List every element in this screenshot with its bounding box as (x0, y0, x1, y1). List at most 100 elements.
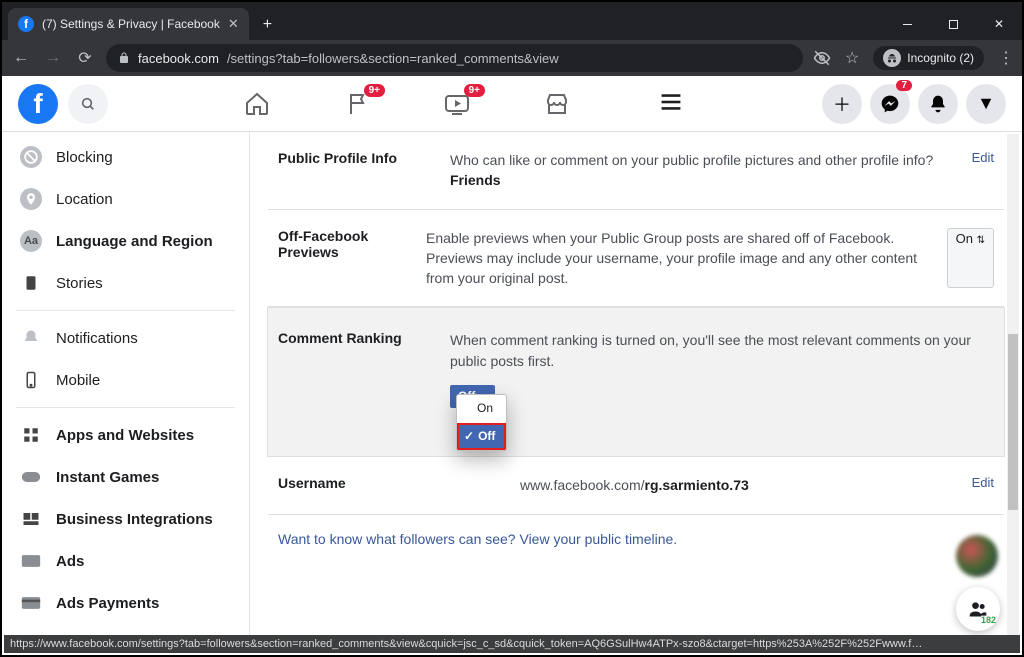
sidebar-label: Blocking (56, 149, 113, 166)
vertical-scrollbar[interactable] (1007, 134, 1019, 635)
sidebar-item-games[interactable]: Instant Games (2, 456, 249, 498)
messenger-button[interactable]: 7 (870, 84, 910, 124)
option-off[interactable]: ✓ Off (457, 423, 506, 450)
chat-avatar[interactable] (956, 535, 998, 577)
sidebar-item-location[interactable]: Location (2, 178, 249, 220)
sidebar-label: Language and Region (56, 233, 213, 250)
eye-off-icon[interactable] (813, 49, 831, 67)
watch-icon[interactable]: 9+ (443, 90, 471, 118)
address-bar[interactable]: facebook.com/settings?tab=followers&sect… (106, 44, 803, 72)
close-tab-icon[interactable]: ✕ (228, 16, 239, 32)
account-dropdown-button[interactable]: ▼ (966, 84, 1006, 124)
sidebar-label: Location (56, 191, 113, 208)
blocked-icon (20, 146, 42, 168)
sidebar-item-ads[interactable]: Ads (2, 540, 249, 582)
messenger-badge: 7 (896, 80, 912, 91)
sidebar-item-mobile[interactable]: Mobile (2, 359, 249, 401)
sidebar-label: Ads Payments (56, 595, 159, 612)
edit-link[interactable]: Edit (972, 475, 994, 495)
center-nav: 9+ 9+ (118, 90, 812, 118)
payment-icon (20, 592, 42, 614)
create-button[interactable]: ＋ (822, 84, 862, 124)
sidebar-separator (16, 310, 235, 311)
home-icon[interactable] (243, 90, 271, 118)
menu-icon[interactable] (659, 90, 687, 118)
close-window-button[interactable]: ✕ (976, 8, 1022, 40)
tab-title: (7) Settings & Privacy | Facebook (42, 17, 220, 31)
setting-description: Enable previews when your Public Group p… (426, 228, 929, 289)
sidebar-item-business[interactable]: Business Integrations (2, 498, 249, 540)
settings-sidebar: Blocking Location AaLanguage and Region … (2, 132, 250, 637)
scrollbar-thumb[interactable] (1008, 334, 1018, 509)
sidebar-item-ads-payments[interactable]: Ads Payments (2, 582, 249, 624)
sort-icon: ⇅ (977, 235, 985, 246)
new-tab-button[interactable]: + (249, 16, 286, 34)
sidebar-separator (16, 407, 235, 408)
status-url: https://www.facebook.com/settings?tab=fo… (10, 638, 922, 650)
incognito-indicator[interactable]: Incognito (2) (873, 46, 984, 70)
pages-icon[interactable]: 9+ (343, 90, 371, 118)
setting-label: Comment Ranking (278, 330, 432, 408)
language-icon: Aa (20, 230, 42, 252)
setting-description: When comment ranking is turned on, you'l… (450, 330, 994, 371)
stories-icon (20, 272, 42, 294)
people-count: 182 (981, 615, 996, 625)
facebook-logo-icon[interactable]: f (18, 84, 58, 124)
browser-tab[interactable]: f (7) Settings & Privacy | Facebook ✕ (8, 8, 249, 40)
pages-badge: 9+ (364, 84, 385, 97)
status-bar: https://www.facebook.com/settings?tab=fo… (4, 635, 1020, 653)
public-timeline-link[interactable]: Want to know what followers can see? Vie… (268, 515, 1004, 563)
setting-label: Username (278, 475, 432, 495)
setting-description: www.facebook.com/rg.sarmiento.73 (450, 475, 954, 495)
people-widget[interactable]: 182 (956, 587, 1000, 631)
location-icon (20, 188, 42, 210)
setting-row-off-fb-previews[interactable]: Off-Facebook Previews Enable previews wh… (268, 210, 1004, 308)
sidebar-label: Mobile (56, 372, 100, 389)
sidebar-label: Business Integrations (56, 511, 213, 528)
window-controls: ✕ (884, 8, 1022, 40)
url-host: facebook.com (138, 51, 219, 66)
maximize-button[interactable] (930, 8, 976, 40)
notifications-button[interactable] (918, 84, 958, 124)
minimize-button[interactable] (884, 8, 930, 40)
sidebar-item-stories[interactable]: Stories (2, 262, 249, 304)
sidebar-label: Instant Games (56, 469, 159, 486)
option-on[interactable]: On (457, 395, 506, 422)
sidebar-item-notifications[interactable]: Notifications (2, 317, 249, 359)
browser-menu-icon[interactable]: ⋮ (998, 48, 1014, 68)
bell-icon (20, 327, 42, 349)
search-button[interactable] (68, 84, 108, 124)
reload-button[interactable]: ⟳ (74, 48, 96, 68)
sidebar-item-blocking[interactable]: Blocking (2, 136, 249, 178)
facebook-header: f 9+ 9+ ＋ 7 ▼ (2, 76, 1022, 132)
edit-link[interactable]: Edit (972, 150, 994, 191)
sidebar-label: Stories (56, 275, 103, 292)
marketplace-icon[interactable] (543, 90, 571, 118)
apps-icon (20, 424, 42, 446)
comment-ranking-menu: On ✓ Off (456, 394, 507, 451)
content-area: Blocking Location AaLanguage and Region … (2, 132, 1022, 637)
setting-label: Public Profile Info (278, 150, 432, 191)
back-button[interactable]: ← (10, 49, 32, 67)
browser-toolbar: ← → ⟳ facebook.com/settings?tab=follower… (2, 40, 1022, 76)
facebook-favicon-icon: f (18, 16, 34, 32)
lock-icon (118, 52, 130, 64)
setting-row-profile-info[interactable]: Public Profile Info Who can like or comm… (268, 132, 1004, 210)
setting-label: Off-Facebook Previews (278, 228, 408, 289)
settings-main: Public Profile Info Who can like or comm… (250, 132, 1022, 637)
browser-titlebar: f (7) Settings & Privacy | Facebook ✕ + … (2, 2, 1022, 40)
setting-row-username[interactable]: Username www.facebook.com/rg.sarmiento.7… (268, 457, 1004, 514)
previews-toggle-button[interactable]: On ⇅ (947, 228, 994, 289)
watch-badge: 9+ (464, 84, 485, 97)
forward-button[interactable]: → (42, 49, 64, 67)
setting-row-comment-ranking: Comment Ranking When comment ranking is … (267, 307, 1005, 457)
sidebar-label: Apps and Websites (56, 427, 194, 444)
sidebar-item-apps[interactable]: Apps and Websites (2, 414, 249, 456)
bookmark-star-icon[interactable]: ☆ (845, 48, 859, 68)
sidebar-label: Notifications (56, 330, 138, 347)
sidebar-label: Ads (56, 553, 84, 570)
mobile-icon (20, 369, 42, 391)
incognito-icon (883, 49, 901, 67)
right-nav: ＋ 7 ▼ (822, 84, 1006, 124)
sidebar-item-language[interactable]: Aa Language and Region (2, 220, 249, 262)
